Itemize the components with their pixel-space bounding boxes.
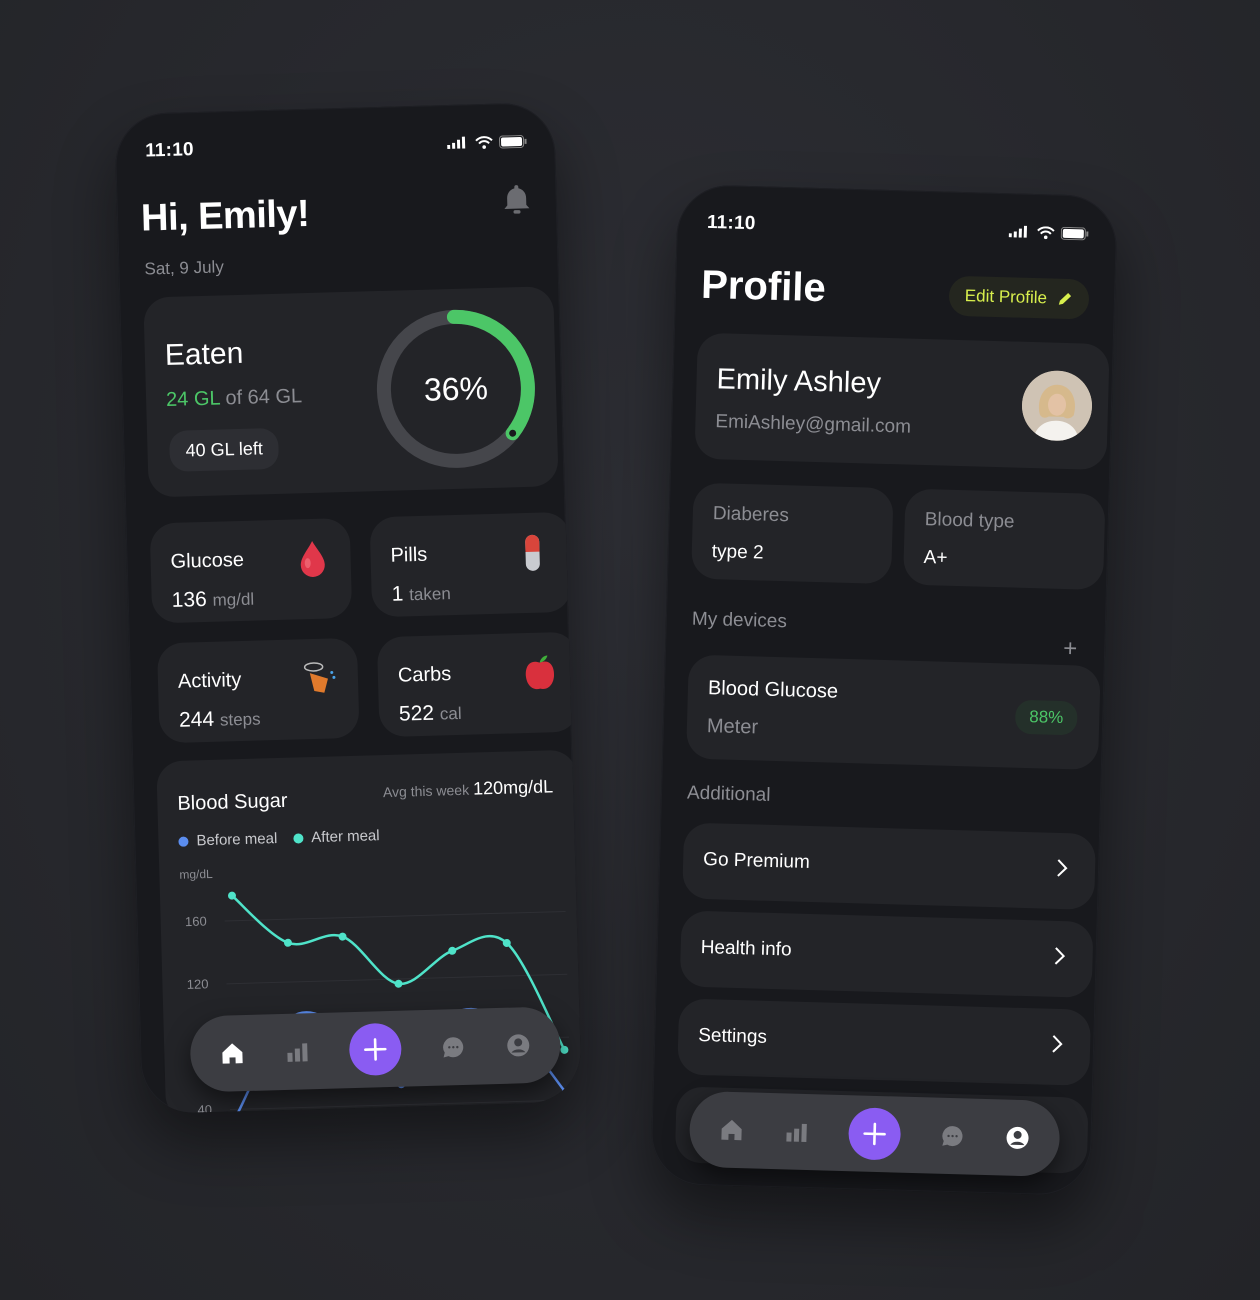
signal-icon [1008, 225, 1028, 238]
status-bar: 11:10 [145, 129, 528, 164]
blood-drop-icon [300, 540, 325, 577]
weekly-average: Avg this week 120mg/dL [382, 776, 554, 801]
signal-icon [447, 136, 466, 150]
activity-value: 244 steps [178, 707, 261, 732]
chevron-right-icon [1057, 859, 1068, 877]
pills-label: Pills [390, 543, 428, 567]
legend-before-meal: Before meal [178, 830, 278, 850]
legend-after-meal: After meal [293, 827, 380, 846]
blood-type-value: A+ [923, 547, 948, 569]
whistle-icon [303, 662, 336, 693]
plus-icon [863, 1122, 886, 1146]
status-time: 11:10 [706, 211, 756, 235]
pills-card[interactable]: Pills 1 taken [369, 511, 573, 618]
bell-icon[interactable] [502, 183, 531, 221]
user-email: EmiAshley@gmail.com [715, 411, 912, 438]
y-tick-label: 160 [185, 913, 207, 929]
diabetes-card[interactable]: Diaberes type 2 [691, 482, 894, 585]
device-card[interactable]: Blood Glucose Meter 88% [686, 654, 1101, 771]
activity-card[interactable]: Activity 244 steps [156, 637, 360, 744]
additional-heading: Additional [686, 782, 771, 806]
profile-icon[interactable] [505, 1032, 532, 1059]
home-icon[interactable] [719, 1117, 746, 1144]
status-time: 11:10 [144, 139, 194, 162]
pills-value: 1 taken [391, 582, 452, 606]
grid-line [224, 910, 566, 922]
page-title: Profile [700, 262, 827, 311]
date-label: Sat, 9 July [144, 257, 225, 279]
data-point [394, 979, 403, 988]
grid-line [229, 1099, 571, 1110]
diabetes-label: Diaberes [712, 503, 790, 527]
eaten-amount: 24 GL of 64 GL [165, 385, 303, 411]
home-screen: 11:10 Hi, Emily! Sat, 9 July Eaten 24 GL… [114, 102, 582, 1114]
eaten-title: Eaten [164, 336, 244, 373]
blood-sugar-title: Blood Sugar [177, 789, 288, 815]
blood-type-label: Blood type [924, 509, 1015, 533]
status-bar: 11:10 [707, 211, 1090, 246]
plus-icon [364, 1038, 387, 1061]
chevron-right-icon [1054, 947, 1066, 965]
chart-legend: Before meal After meal [178, 827, 380, 850]
chevron-right-icon [1052, 1035, 1063, 1053]
y-axis-label: mg/dL [179, 867, 213, 882]
add-button[interactable] [348, 1022, 403, 1077]
device-type: Meter [706, 715, 759, 739]
stats-icon[interactable] [783, 1118, 810, 1145]
gl-left-badge: 40 GL left [168, 427, 280, 472]
profile-icon[interactable] [1004, 1125, 1031, 1152]
progress-percent: 36% [423, 369, 489, 408]
add-device-button[interactable]: + [1063, 635, 1078, 663]
carbs-label: Carbs [397, 663, 452, 687]
greeting: Hi, Emily! [140, 192, 310, 240]
pill-icon [525, 534, 540, 571]
glucose-card[interactable]: Glucose 136 mg/dl [149, 517, 353, 624]
home-icon[interactable] [219, 1040, 246, 1067]
wifi-icon [1037, 225, 1055, 239]
progress-ring: 36% [372, 305, 541, 474]
apple-icon [525, 655, 554, 690]
data-point [338, 932, 347, 941]
menu-item-settings[interactable]: Settings [677, 998, 1092, 1086]
avatar[interactable] [1021, 369, 1093, 442]
my-devices-heading: My devices [691, 608, 788, 633]
stats-icon[interactable] [284, 1038, 311, 1065]
battery-icon [498, 134, 527, 149]
bottom-nav [688, 1090, 1061, 1178]
menu-item-health-info[interactable]: Health info [679, 910, 1094, 998]
y-tick-label: 40 [197, 1102, 212, 1114]
glucose-label: Glucose [170, 548, 245, 573]
data-point [560, 1045, 569, 1054]
wifi-icon [475, 135, 493, 149]
y-tick-label: 120 [187, 976, 209, 992]
add-button[interactable] [847, 1107, 902, 1161]
device-name: Blood Glucose [707, 677, 839, 703]
bottom-nav [189, 1006, 562, 1093]
chat-icon[interactable] [440, 1034, 467, 1061]
data-point [283, 938, 292, 947]
carbs-value: 522 cal [398, 701, 462, 726]
blood-type-card[interactable]: Blood type A+ [902, 488, 1106, 591]
battery-icon [1060, 226, 1089, 240]
battery-badge: 88% [1014, 699, 1078, 736]
chat-icon[interactable] [939, 1123, 966, 1150]
pencil-icon [1058, 292, 1072, 305]
user-name: Emily Ashley [716, 363, 882, 400]
menu-item-go-premium[interactable]: Go Premium [682, 822, 1097, 910]
eaten-card[interactable]: Eaten 24 GL of 64 GL 40 GL left 36% [143, 286, 559, 498]
profile-screen: 11:10 Profile Edit Profile Emily Ashley … [650, 184, 1118, 1196]
carbs-card[interactable]: Carbs 522 cal [376, 631, 580, 738]
edit-profile-button[interactable]: Edit Profile [948, 275, 1090, 320]
glucose-value: 136 mg/dl [171, 587, 255, 612]
diabetes-value: type 2 [711, 541, 764, 564]
data-point [448, 946, 457, 955]
activity-label: Activity [177, 669, 242, 693]
user-card[interactable]: Emily Ashley EmiAshley@gmail.com [694, 332, 1110, 471]
